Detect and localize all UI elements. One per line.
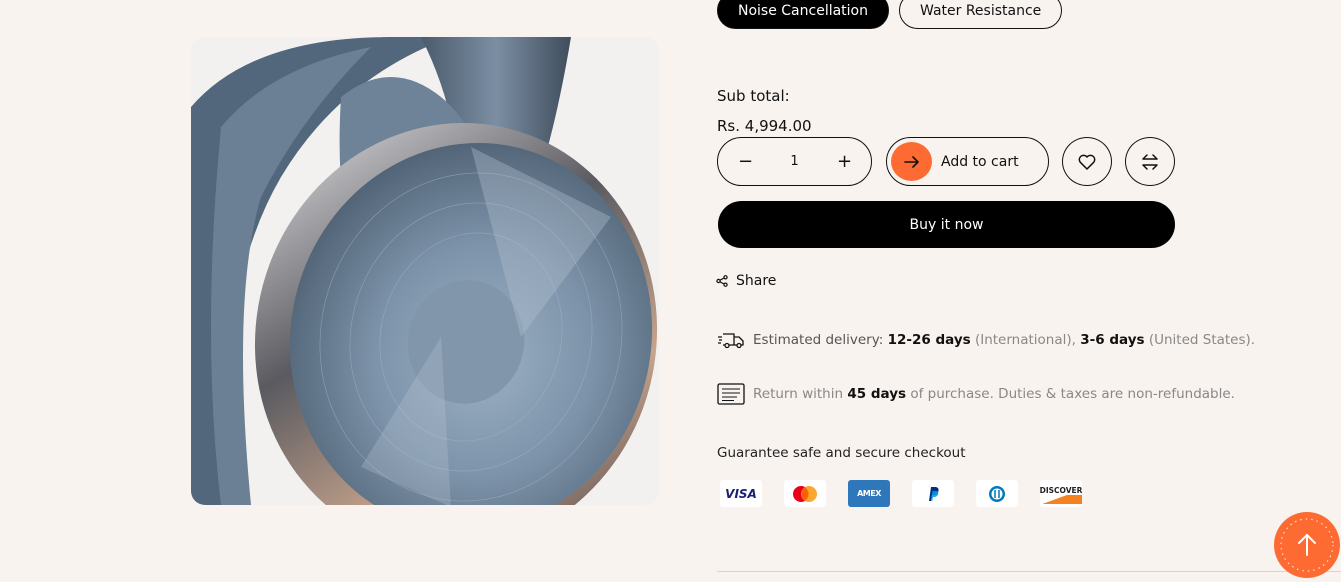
visa-icon: VISA xyxy=(720,480,762,507)
increase-quantity-button[interactable]: + xyxy=(837,151,852,172)
truck-icon xyxy=(717,330,745,350)
headphones-image xyxy=(191,37,659,505)
compare-arrows-icon xyxy=(1142,153,1158,170)
quantity-input[interactable]: 1 xyxy=(790,154,798,169)
delivery-prefix: Estimated delivery: xyxy=(753,332,884,348)
decrease-quantity-button[interactable]: − xyxy=(738,151,753,172)
return-days: 45 days xyxy=(847,386,907,402)
return-suffix: of purchase. Duties & taxes are non-refu… xyxy=(910,386,1235,402)
payment-methods: VISA AMEX DISCOVER xyxy=(720,480,1082,507)
discover-icon: DISCOVER xyxy=(1040,480,1082,507)
share-button[interactable]: Share xyxy=(716,273,776,289)
variant-water-resistance[interactable]: Water Resistance xyxy=(899,0,1063,29)
quantity-stepper: − 1 + xyxy=(717,137,872,186)
mastercard-icon xyxy=(784,480,826,507)
receipt-icon xyxy=(717,383,745,405)
add-to-cart-button[interactable]: Add to cart xyxy=(886,137,1049,186)
compare-button[interactable] xyxy=(1125,137,1175,186)
international-days: 12-26 days xyxy=(887,332,971,348)
variant-noise-cancellation[interactable]: Noise Cancellation xyxy=(717,0,889,29)
share-label: Share xyxy=(736,273,777,289)
wishlist-button[interactable] xyxy=(1062,137,1112,186)
estimated-delivery: Estimated delivery: 12-26 days (Internat… xyxy=(717,330,1255,350)
return-prefix: Return within xyxy=(753,386,844,402)
section-divider xyxy=(717,571,1341,572)
arrow-right-icon xyxy=(891,142,932,181)
amex-icon: AMEX xyxy=(848,480,890,507)
price: Rs. 4,994.00 xyxy=(717,117,812,135)
heart-icon xyxy=(1078,154,1096,170)
variant-options: Noise Cancellation Water Resistance xyxy=(717,0,1063,29)
subtotal-label: Sub total: xyxy=(717,87,790,105)
us-label: (United States). xyxy=(1148,332,1256,348)
paypal-icon xyxy=(912,480,954,507)
add-to-cart-label: Add to cart xyxy=(941,153,1019,170)
international-label: (International), xyxy=(974,332,1076,348)
secure-checkout-label: Guarantee safe and secure checkout xyxy=(717,445,966,461)
diners-club-icon xyxy=(976,480,1018,507)
arrow-up-icon xyxy=(1280,518,1334,572)
us-days: 3-6 days xyxy=(1080,332,1145,348)
buy-it-now-button[interactable]: Buy it now xyxy=(718,201,1175,248)
share-icon xyxy=(716,275,728,287)
scroll-to-top-button[interactable] xyxy=(1274,512,1340,578)
return-policy: Return within 45 days of purchase. Dutie… xyxy=(717,383,1235,405)
product-image[interactable] xyxy=(191,37,659,505)
